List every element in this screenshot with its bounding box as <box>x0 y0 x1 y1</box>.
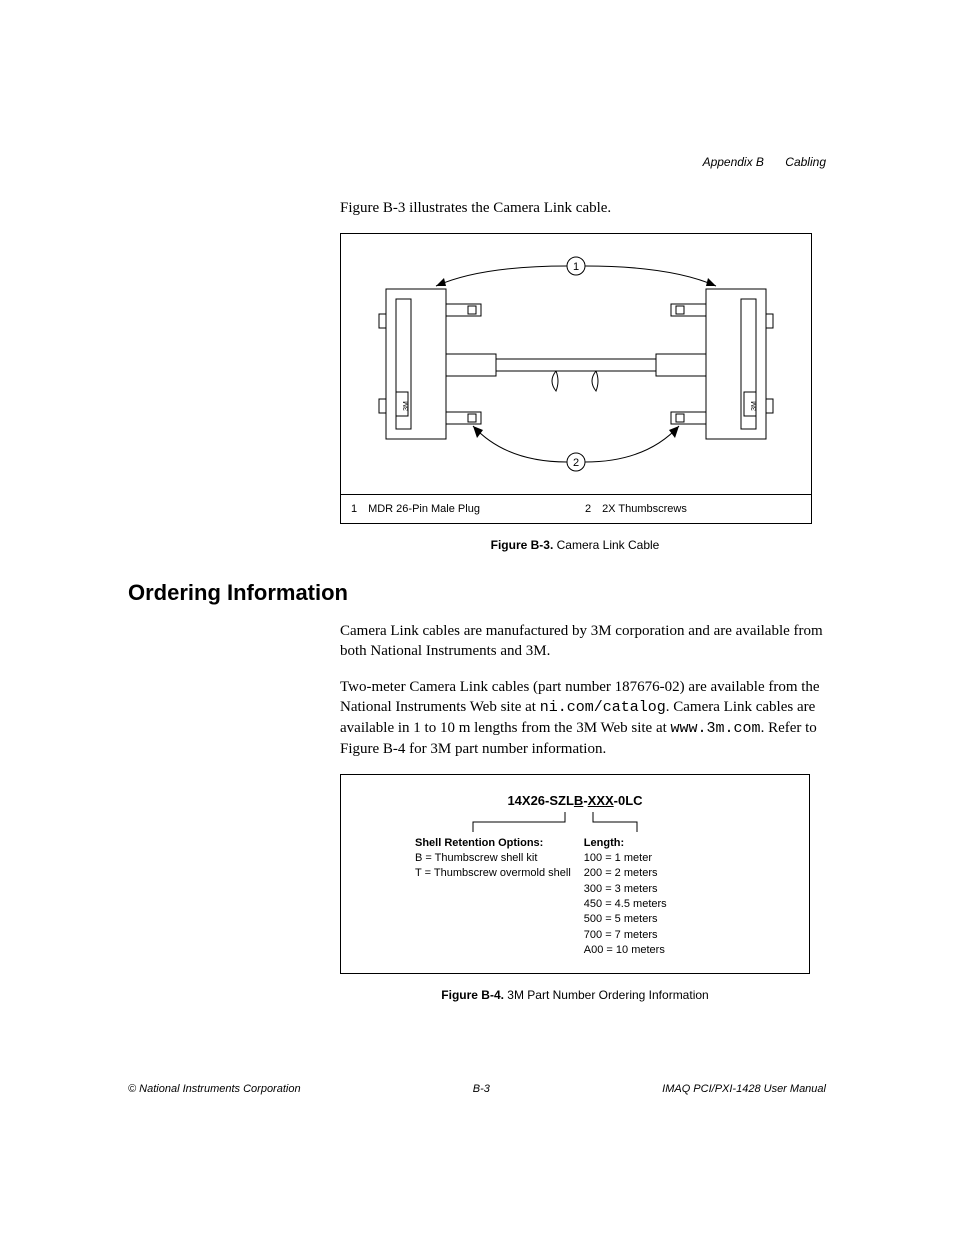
length-450: 450 = 4.5 meters <box>584 897 795 912</box>
header-section: Cabling <box>785 155 826 169</box>
shell-retention-column: Shell Retention Options: B = Thumbscrew … <box>355 836 584 959</box>
length-200: 200 = 2 meters <box>584 866 795 881</box>
figure-b3-caption-text: Camera Link Cable <box>557 538 660 552</box>
figure-b4-caption: Figure B-4. 3M Part Number Ordering Info… <box>340 988 810 1002</box>
callout-2-number: 2 <box>573 457 579 469</box>
legend-2-text: 2X Thumbscrews <box>602 503 687 515</box>
partnum-d: XXX <box>588 793 614 808</box>
figure-b4-caption-text: 3M Part Number Ordering Information <box>507 988 708 1002</box>
legend-1-num: 1 <box>351 503 365 515</box>
footer-right: IMAQ PCI/PXI-1428 User Manual <box>662 1083 826 1095</box>
shell-opt-b: B = Thumbscrew shell kit <box>415 851 584 866</box>
figure-b3-caption-num: Figure B-3. <box>491 538 557 552</box>
paragraph-1: Camera Link cables are manufactured by 3… <box>340 621 826 662</box>
part-number: 14X26-SZLB-XXX-0LC <box>355 793 795 808</box>
svg-text:3M: 3M <box>403 401 410 411</box>
legend-1-text: MDR 26-Pin Male Plug <box>368 503 480 515</box>
figure-b3-legend: 1 MDR 26-Pin Male Plug 2 2X Thumbscrews <box>341 494 811 523</box>
page-header: Appendix B Cabling <box>703 155 826 169</box>
callout-1-number: 1 <box>573 261 579 273</box>
length-100: 100 = 1 meter <box>584 851 795 866</box>
length-head: Length: <box>584 836 795 851</box>
length-column: Length: 100 = 1 meter 200 = 2 meters 300… <box>584 836 795 959</box>
partnum-e: -0LC <box>614 793 643 808</box>
shell-opt-t: T = Thumbscrew overmold shell <box>415 866 584 881</box>
page-footer: © National Instruments Corporation B-3 I… <box>128 1083 826 1095</box>
footer-center: B-3 <box>473 1083 490 1095</box>
left-connector: 3M <box>379 289 496 439</box>
partnum-options-columns: Shell Retention Options: B = Thumbscrew … <box>355 836 795 959</box>
right-connector: 3M <box>656 289 773 439</box>
shell-retention-head: Shell Retention Options: <box>415 836 584 851</box>
legend-2-num: 2 <box>585 503 599 515</box>
figure-b4-caption-num: Figure B-4. <box>441 988 507 1002</box>
camera-link-cable-diagram: 3M 3M 1 <box>341 234 811 494</box>
partnum-b: B <box>574 793 583 808</box>
intro-paragraph: Figure B-3 illustrates the Camera Link c… <box>340 200 826 217</box>
paragraph-2: Two-meter Camera Link cables (part numbe… <box>340 677 826 760</box>
length-300: 300 = 3 meters <box>584 882 795 897</box>
length-700: 700 = 7 meters <box>584 928 795 943</box>
partnum-a: 14X26-SZL <box>507 793 573 808</box>
section-heading: Ordering Information <box>128 580 826 606</box>
header-appendix: Appendix B <box>703 155 764 169</box>
svg-text:3M: 3M <box>751 401 758 411</box>
figure-b3-drawing: 3M 3M 1 <box>341 234 811 494</box>
length-a00: A00 = 10 meters <box>584 943 795 958</box>
footer-left: © National Instruments Corporation <box>128 1083 301 1095</box>
para2-url2: www.3m.com <box>671 720 761 737</box>
figure-b3-caption: Figure B-3. Camera Link Cable <box>340 538 810 552</box>
para2-url1: ni.com/catalog <box>540 699 666 716</box>
length-500: 500 = 5 meters <box>584 912 795 927</box>
figure-b3-box: 3M 3M 1 <box>340 233 812 524</box>
figure-b4-box: 14X26-SZLB-XXX-0LC Shell Retention Optio… <box>340 774 810 974</box>
partnum-callout-lines <box>355 812 795 836</box>
